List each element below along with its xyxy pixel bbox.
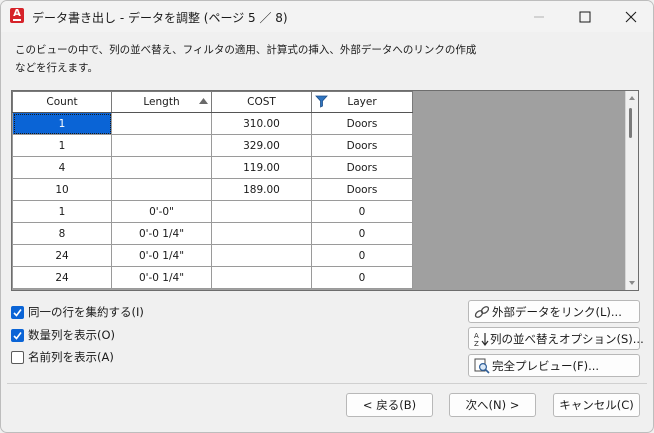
table-row[interactable]: 1 0'-0" 0 <box>12 200 413 223</box>
table-row[interactable]: 4 119.00 Doors <box>12 156 413 179</box>
checkbox-checked-icon[interactable] <box>11 328 24 342</box>
checkbox-checked-icon[interactable] <box>11 305 24 319</box>
table-row[interactable]: 10 189.00 Doors <box>12 178 413 201</box>
close-button[interactable] <box>608 1 653 32</box>
cell-length[interactable]: 0'-0 1/4" <box>111 266 212 289</box>
cell-cost[interactable] <box>211 222 312 245</box>
filter-icon <box>315 95 328 108</box>
cell-layer[interactable]: Doors <box>311 178 413 201</box>
scrollbar-thumb[interactable] <box>629 108 632 138</box>
sort-columns-options-button[interactable]: A Z 列の並べ替えオプション(S)... <box>468 327 644 350</box>
column-header-count[interactable]: Count <box>12 91 112 113</box>
minimize-icon <box>534 16 544 17</box>
cell-cost[interactable] <box>211 266 312 289</box>
combine-rows-label: 同一の行を集約する(I) <box>28 305 144 319</box>
dialog-window: A データ書き出し - データを調整 (ページ 5 ／ 8) このビューの中で、… <box>0 0 654 433</box>
cell-layer[interactable]: 0 <box>311 266 413 289</box>
combine-rows-checkbox[interactable]: 同一の行を集約する(I) <box>11 304 144 320</box>
cell-count[interactable]: 1 <box>12 134 112 157</box>
cell-count[interactable]: 1 <box>12 200 112 223</box>
column-header-cost[interactable]: COST <box>211 91 312 113</box>
sort-ascending-icon <box>199 98 208 104</box>
scroll-down-icon[interactable] <box>629 281 635 285</box>
description-text: このビューの中で、列の並べ替え、フィルタの適用、計算式の挿入、外部データへのリン… <box>15 41 476 77</box>
cell-length[interactable] <box>111 134 212 157</box>
show-count-checkbox[interactable]: 数量列を表示(O) <box>11 327 115 343</box>
cell-layer[interactable]: Doors <box>311 112 413 135</box>
sort-az-icon: A Z <box>473 331 489 347</box>
link-chain-icon <box>473 304 491 320</box>
cell-length[interactable]: 0'-0" <box>111 200 212 223</box>
cell-length[interactable]: 0'-0 1/4" <box>111 222 212 245</box>
vertical-scrollbar[interactable] <box>625 91 638 290</box>
footer-divider <box>7 383 647 384</box>
cell-count[interactable]: 8 <box>12 222 112 245</box>
cancel-button[interactable]: キャンセル(C) <box>553 393 640 417</box>
next-button[interactable]: 次へ(N) > <box>449 393 536 417</box>
autocad-app-icon: A <box>10 8 24 23</box>
cell-cost[interactable]: 329.00 <box>211 134 312 157</box>
maximize-icon <box>579 11 591 22</box>
cell-cost[interactable]: 119.00 <box>211 156 312 179</box>
cell-layer[interactable]: 0 <box>311 200 413 223</box>
cell-count[interactable]: 4 <box>12 156 112 179</box>
preview-magnifier-icon <box>473 358 491 374</box>
window-title: データ書き出し - データを調整 (ページ 5 ／ 8) <box>32 11 288 25</box>
close-icon <box>625 11 637 22</box>
link-external-data-label: 外部データをリンク(L)... <box>492 304 622 319</box>
sort-columns-options-label: 列の並べ替えオプション(S)... <box>490 331 644 346</box>
back-button[interactable]: < 戻る(B) <box>346 393 433 417</box>
cell-cost[interactable] <box>211 200 312 223</box>
data-grid[interactable]: Count Length COST Layer 1 310.00 Doors 1 329… <box>11 90 639 291</box>
show-name-label: 名前列を表示(A) <box>28 350 114 364</box>
title-bar[interactable]: A データ書き出し - データを調整 (ページ 5 ／ 8) <box>1 1 653 32</box>
checkbox-unchecked-icon[interactable] <box>11 350 24 364</box>
table-row[interactable]: 1 329.00 Doors <box>12 134 413 157</box>
cell-length[interactable] <box>111 156 212 179</box>
cell-count[interactable]: 24 <box>12 244 112 267</box>
cell-count[interactable]: 10 <box>12 178 112 201</box>
cell-length[interactable]: 0'-0 1/4" <box>111 244 212 267</box>
svg-text:Z: Z <box>474 340 479 347</box>
cell-layer[interactable]: 0 <box>311 244 413 267</box>
link-external-data-button[interactable]: 外部データをリンク(L)... <box>468 300 640 323</box>
svg-text:A: A <box>474 332 479 340</box>
cell-count[interactable]: 1 <box>12 112 112 135</box>
table-row[interactable]: 8 0'-0 1/4" 0 <box>12 222 413 245</box>
column-header-layer[interactable]: Layer <box>311 91 413 113</box>
full-preview-button[interactable]: 完全プレビュー(F)... <box>468 354 640 377</box>
cell-layer[interactable]: 0 <box>311 222 413 245</box>
table-row[interactable]: 24 0'-0 1/4" 0 <box>12 266 413 289</box>
description-line-1: このビューの中で、列の並べ替え、フィルタの適用、計算式の挿入、外部データへのリン… <box>15 44 477 56</box>
cell-count[interactable]: 24 <box>12 266 112 289</box>
cell-cost[interactable]: 189.00 <box>211 178 312 201</box>
cell-length[interactable] <box>111 178 212 201</box>
cell-layer[interactable]: Doors <box>311 134 413 157</box>
cell-layer[interactable]: Doors <box>311 156 413 179</box>
table-row[interactable]: 24 0'-0 1/4" 0 <box>12 244 413 267</box>
scroll-up-icon[interactable] <box>629 96 635 100</box>
show-name-checkbox[interactable]: 名前列を表示(A) <box>11 349 114 365</box>
cell-cost[interactable] <box>211 244 312 267</box>
full-preview-label: 完全プレビュー(F)... <box>492 358 600 373</box>
maximize-button[interactable] <box>562 1 608 32</box>
table-row[interactable]: 1 310.00 Doors <box>12 112 413 135</box>
cell-length[interactable] <box>111 112 212 135</box>
header-row: Count Length COST Layer <box>12 91 413 113</box>
description-line-2: などを行えます。 <box>15 62 98 74</box>
column-header-length[interactable]: Length <box>111 91 212 113</box>
cell-cost[interactable]: 310.00 <box>211 112 312 135</box>
show-count-label: 数量列を表示(O) <box>28 328 116 342</box>
minimize-button[interactable] <box>516 1 562 32</box>
data-table[interactable]: Count Length COST Layer 1 310.00 Doors 1 329… <box>12 91 413 289</box>
